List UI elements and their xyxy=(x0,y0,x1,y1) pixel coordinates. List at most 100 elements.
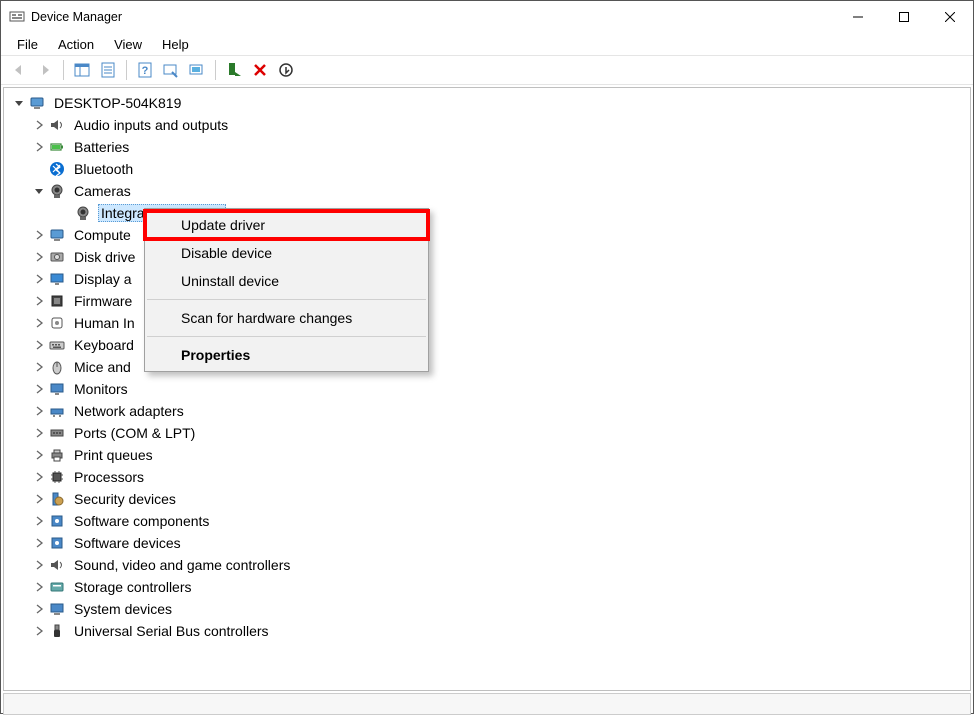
tree-node-label: Human In xyxy=(72,315,137,331)
collapse-icon[interactable] xyxy=(12,96,26,110)
ctx-disable-device[interactable]: Disable device xyxy=(145,239,428,267)
expand-icon[interactable] xyxy=(32,426,46,440)
menu-file[interactable]: File xyxy=(7,35,48,54)
show-hide-tree-button[interactable] xyxy=(70,58,94,82)
expand-icon[interactable] xyxy=(32,360,46,374)
cpu-icon xyxy=(48,468,66,486)
expand-icon[interactable] xyxy=(32,404,46,418)
menu-action[interactable]: Action xyxy=(48,35,104,54)
expand-icon[interactable] xyxy=(32,602,46,616)
tree-category[interactable]: Processors xyxy=(8,466,966,488)
window-title: Device Manager xyxy=(31,10,122,24)
expand-icon[interactable] xyxy=(32,624,46,638)
tree-node-label: Audio inputs and outputs xyxy=(72,117,230,133)
expand-icon[interactable] xyxy=(32,316,46,330)
expand-icon[interactable] xyxy=(32,272,46,286)
close-button[interactable] xyxy=(927,1,973,33)
tree-category[interactable]: Ports (COM & LPT) xyxy=(8,422,966,444)
expand-icon[interactable] xyxy=(32,294,46,308)
tree-node-label: System devices xyxy=(72,601,174,617)
minimize-button[interactable] xyxy=(835,1,881,33)
tree-node-label: Print queues xyxy=(72,447,155,463)
tree-category[interactable]: Monitors xyxy=(8,378,966,400)
tree-node-label: Monitors xyxy=(72,381,130,397)
forward-button[interactable] xyxy=(33,58,57,82)
software-icon xyxy=(48,512,66,530)
camera-icon xyxy=(74,204,92,222)
expand-icon[interactable] xyxy=(32,228,46,242)
security-icon xyxy=(48,490,66,508)
tree-category[interactable]: System devices xyxy=(8,598,966,620)
statusbar xyxy=(3,693,971,715)
scan-hardware-button[interactable] xyxy=(159,58,183,82)
tree-node-label: Disk drive xyxy=(72,249,137,265)
expand-icon[interactable] xyxy=(32,140,46,154)
expand-icon[interactable] xyxy=(32,470,46,484)
battery-icon xyxy=(48,138,66,156)
maximize-button[interactable] xyxy=(881,1,927,33)
tree-category[interactable]: Sound, video and game controllers xyxy=(8,554,966,576)
collapse-icon[interactable] xyxy=(32,184,46,198)
enable-device-button[interactable] xyxy=(222,58,246,82)
back-button[interactable] xyxy=(7,58,31,82)
expand-icon[interactable] xyxy=(32,536,46,550)
expand-icon[interactable] xyxy=(32,558,46,572)
storage-icon xyxy=(48,578,66,596)
tree-node-label: Software devices xyxy=(72,535,183,551)
printer-icon xyxy=(48,446,66,464)
menu-view[interactable]: View xyxy=(104,35,152,54)
expand-icon[interactable] xyxy=(32,338,46,352)
tree-category[interactable]: Software devices xyxy=(8,532,966,554)
expand-icon[interactable] xyxy=(32,250,46,264)
svg-text:?: ? xyxy=(142,65,149,77)
ctx-properties[interactable]: Properties xyxy=(145,341,428,369)
properties-button[interactable] xyxy=(96,58,120,82)
ctx-uninstall-device[interactable]: Uninstall device xyxy=(145,267,428,295)
tree-node-label: Security devices xyxy=(72,491,178,507)
tree-category[interactable]: Audio inputs and outputs xyxy=(8,114,966,136)
expand-icon[interactable] xyxy=(32,580,46,594)
computer-icon xyxy=(48,226,66,244)
speaker-icon xyxy=(48,116,66,134)
network-icon xyxy=(48,402,66,420)
expand-icon[interactable] xyxy=(32,492,46,506)
toolbar-separator xyxy=(126,60,127,80)
port-icon xyxy=(48,424,66,442)
sound-icon xyxy=(48,556,66,574)
help-button[interactable]: ? xyxy=(133,58,157,82)
tree-category[interactable]: Storage controllers xyxy=(8,576,966,598)
titlebar: Device Manager xyxy=(1,1,973,33)
tree-category[interactable]: Cameras xyxy=(8,180,966,202)
ctx-update-driver[interactable]: Update driver xyxy=(145,211,428,239)
display-icon xyxy=(48,270,66,288)
tree-category[interactable]: Print queues xyxy=(8,444,966,466)
camera-icon xyxy=(48,182,66,200)
tree-node-label: Ports (COM & LPT) xyxy=(72,425,197,441)
update-driver-button[interactable] xyxy=(185,58,209,82)
uninstall-device-button[interactable] xyxy=(248,58,272,82)
toolbar: ? xyxy=(1,55,973,85)
expand-icon[interactable] xyxy=(32,448,46,462)
software-icon xyxy=(48,534,66,552)
tree-root[interactable]: DESKTOP-504K819 xyxy=(8,92,966,114)
device-tree-panel: DESKTOP-504K819 Audio inputs and outputs B… xyxy=(3,87,971,691)
tree-category[interactable]: Universal Serial Bus controllers xyxy=(8,620,966,642)
tree-category[interactable]: Security devices xyxy=(8,488,966,510)
expand-icon[interactable] xyxy=(32,514,46,528)
expand-icon[interactable] xyxy=(32,382,46,396)
toolbar-separator xyxy=(63,60,64,80)
monitor-icon xyxy=(48,380,66,398)
tree-node-label: Mice and xyxy=(72,359,133,375)
expand-icon[interactable] xyxy=(32,118,46,132)
tree-category[interactable]: Software components xyxy=(8,510,966,532)
firmware-icon xyxy=(48,292,66,310)
tree-category[interactable]: Batteries xyxy=(8,136,966,158)
tree-node-label: Universal Serial Bus controllers xyxy=(72,623,271,639)
menu-help[interactable]: Help xyxy=(152,35,199,54)
tree-category[interactable]: Bluetooth xyxy=(8,158,966,180)
context-menu: Update driver Disable device Uninstall d… xyxy=(144,208,429,372)
disable-device-button[interactable] xyxy=(274,58,298,82)
tree-category[interactable]: Network adapters xyxy=(8,400,966,422)
hid-icon xyxy=(48,314,66,332)
ctx-scan-hardware[interactable]: Scan for hardware changes xyxy=(145,304,428,332)
